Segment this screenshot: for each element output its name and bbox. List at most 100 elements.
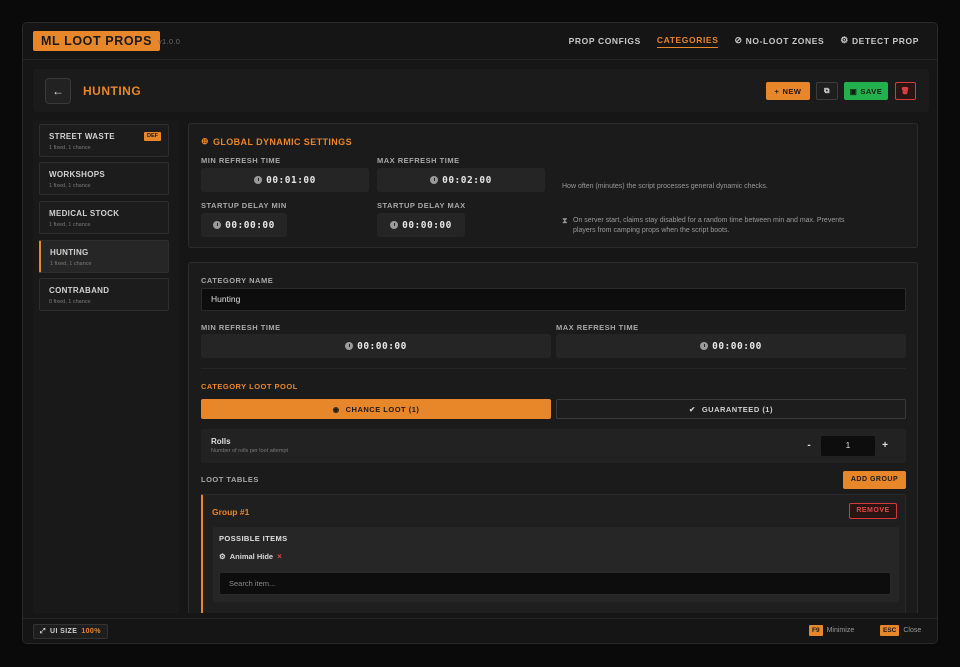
sidebar-item-summary: 0 fixed, 1 chance	[49, 299, 91, 305]
category-min-refresh-field[interactable]: 00:00:00	[201, 334, 551, 358]
startup-max-field[interactable]: 00:00:00	[377, 213, 465, 237]
sidebar-item-contraband[interactable]: CONTRABAND 0 fixed, 1 chance	[39, 278, 169, 311]
sidebar-item-summary: 1 fixed, 1 chance	[49, 222, 91, 228]
category-max-refresh-label: MAX REFRESH TIME	[556, 323, 639, 332]
startup-min-field[interactable]: 00:00:00	[201, 213, 287, 237]
nav-categories[interactable]: CATEGORIES	[656, 35, 719, 48]
hourglass-icon: ⧗	[562, 216, 568, 225]
item-chip: ⚙ Animal Hide ×	[219, 550, 282, 563]
save-button[interactable]: ▣ SAVE	[844, 82, 888, 100]
new-button[interactable]: + NEW	[766, 82, 810, 100]
trash-icon: 🗑	[900, 88, 911, 95]
close-hint[interactable]: ESC Close	[880, 625, 921, 636]
category-editor-panel: CATEGORY NAME Hunting MIN REFRESH TIME 0…	[188, 262, 918, 613]
sidebar-item-workshops[interactable]: WORKSHOPS 1 fixed, 1 chance	[39, 162, 169, 195]
tab-label: GUARANTEED (1)	[701, 404, 773, 414]
add-group-button[interactable]: ADD GROUP	[843, 471, 906, 489]
nav-label: CATEGORIES	[656, 35, 719, 45]
nav-label: NO-LOOT ZONES	[745, 35, 825, 46]
possible-items-box: POSSIBLE ITEMS ⚙ Animal Hide × Search it…	[213, 527, 899, 602]
sidebar-item-summary: 1 fixed, 1 chance	[49, 145, 91, 151]
sidebar-item-label: CONTRABAND	[49, 286, 110, 295]
category-min-refresh-label: MIN REFRESH TIME	[201, 323, 281, 332]
coins-icon: ◉	[332, 404, 340, 414]
footer-bar: ⤢ UI SIZE 100% F9 Minimize ESC Close	[23, 618, 937, 643]
copy-icon: ⧉	[824, 86, 830, 95]
time-value: 00:00:00	[225, 219, 275, 231]
time-value: 00:00:00	[357, 340, 407, 352]
arrow-left-icon: ←	[52, 84, 64, 98]
ui-size-button[interactable]: ⤢ UI SIZE 100%	[33, 624, 108, 639]
group-title: Group #1	[212, 507, 250, 517]
back-button[interactable]: ←	[45, 78, 71, 104]
tab-chance-loot[interactable]: ◉ CHANCE LOOT (1)	[201, 399, 551, 419]
main-content: ⊕ GLOBAL DYNAMIC SETTINGS MIN REFRESH TI…	[179, 120, 929, 613]
nav-no-loot-zones[interactable]: ⊘ NO-LOOT ZONES	[734, 35, 824, 48]
rolls-description: Number of rolls per loot attempt	[211, 448, 289, 454]
page-title: HUNTING	[83, 84, 142, 98]
global-settings-title-text: GLOBAL DYNAMIC SETTINGS	[212, 136, 352, 147]
remove-item-icon[interactable]: ×	[277, 552, 282, 561]
possible-items-title: POSSIBLE ITEMS	[219, 534, 288, 543]
app-logo: ML LOOT PROPS	[33, 31, 161, 51]
category-name-label: CATEGORY NAME	[201, 276, 274, 285]
globe-icon: ⊕	[201, 136, 209, 146]
global-min-refresh-field[interactable]: 00:01:00	[201, 168, 369, 192]
time-value: 00:02:00	[442, 174, 492, 186]
sidebar-item-summary: 1 fixed, 1 chance	[50, 261, 92, 267]
save-icon: ▣	[849, 86, 858, 96]
check-circle-icon: ✔	[689, 404, 696, 414]
rolls-input[interactable]: 1	[821, 436, 875, 456]
sidebar-item-label: MEDICAL STOCK	[49, 209, 120, 218]
startup-max-label: STARTUP DELAY MAX	[377, 201, 466, 210]
sidebar-item-hunting[interactable]: HUNTING 1 fixed, 1 chance	[39, 240, 169, 273]
clock-icon	[430, 176, 439, 184]
time-value: 00:00:00	[712, 340, 762, 352]
category-sidebar: STREET WASTE 1 fixed, 1 chance DEF WORKS…	[33, 120, 179, 613]
ban-icon: ⊘	[734, 35, 743, 45]
top-bar: ML LOOT PROPS v1.0.0 PROP CONFIGS CATEGO…	[23, 23, 937, 60]
plus-icon: +	[774, 86, 780, 96]
sidebar-item-street-waste[interactable]: STREET WASTE 1 fixed, 1 chance DEF	[39, 124, 169, 157]
rolls-decrement-button[interactable]: -	[802, 437, 816, 455]
category-max-refresh-field[interactable]: 00:00:00	[556, 334, 906, 358]
global-max-refresh-field[interactable]: 00:02:00	[377, 168, 545, 192]
loot-pool-title: CATEGORY LOOT POOL	[201, 382, 298, 391]
minimize-hint[interactable]: F9 Minimize	[809, 625, 854, 636]
key-esc: ESC	[880, 625, 900, 636]
section-divider	[201, 368, 906, 369]
item-search-input[interactable]: Search item...	[219, 572, 891, 595]
save-button-label: SAVE	[860, 86, 883, 96]
sidebar-item-label: WORKSHOPS	[49, 170, 106, 179]
ui-size-value: 100%	[81, 628, 101, 635]
global-min-refresh-label: MIN REFRESH TIME	[201, 156, 281, 165]
close-label: Close	[903, 627, 922, 634]
app-version: v1.0.0	[158, 37, 181, 46]
nav-detect-prop[interactable]: ⚙ DETECT PROP	[840, 35, 919, 48]
main-nav: PROP CONFIGS CATEGORIES ⊘ NO-LOOT ZONES ⚙…	[569, 23, 919, 60]
ui-size-label: UI SIZE	[50, 628, 78, 635]
time-value: 00:01:00	[266, 174, 316, 186]
item-name: Animal Hide	[229, 552, 274, 561]
clock-icon	[390, 221, 399, 229]
tab-guaranteed[interactable]: ✔ GUARANTEED (1)	[556, 399, 906, 419]
delete-button[interactable]: 🗑	[895, 82, 916, 100]
refresh-help-text: How often (minutes) the script processes…	[562, 183, 768, 190]
time-value: 00:00:00	[402, 219, 452, 231]
category-name-input[interactable]: Hunting	[201, 288, 906, 311]
nav-prop-configs[interactable]: PROP CONFIGS	[569, 36, 641, 48]
resize-icon: ⤢	[40, 627, 46, 635]
rolls-label: Rolls	[211, 437, 231, 446]
rolls-increment-button[interactable]: +	[878, 437, 892, 455]
duplicate-button[interactable]: ⧉	[816, 82, 838, 100]
nav-label: PROP CONFIGS	[568, 35, 641, 46]
sidebar-item-label: HUNTING	[50, 248, 89, 257]
global-max-refresh-label: MAX REFRESH TIME	[377, 156, 460, 165]
nav-label: DETECT PROP	[851, 35, 919, 46]
page-header: ← HUNTING + NEW ⧉ ▣ SAVE 🗑	[33, 69, 929, 112]
clock-icon	[254, 176, 263, 184]
rolls-row: Rolls Number of rolls per loot attempt -…	[201, 429, 906, 463]
sidebar-item-medical-stock[interactable]: MEDICAL STOCK 1 fixed, 1 chance	[39, 201, 169, 234]
remove-group-button[interactable]: REMOVE	[849, 503, 897, 519]
minimize-label: Minimize	[826, 627, 855, 634]
